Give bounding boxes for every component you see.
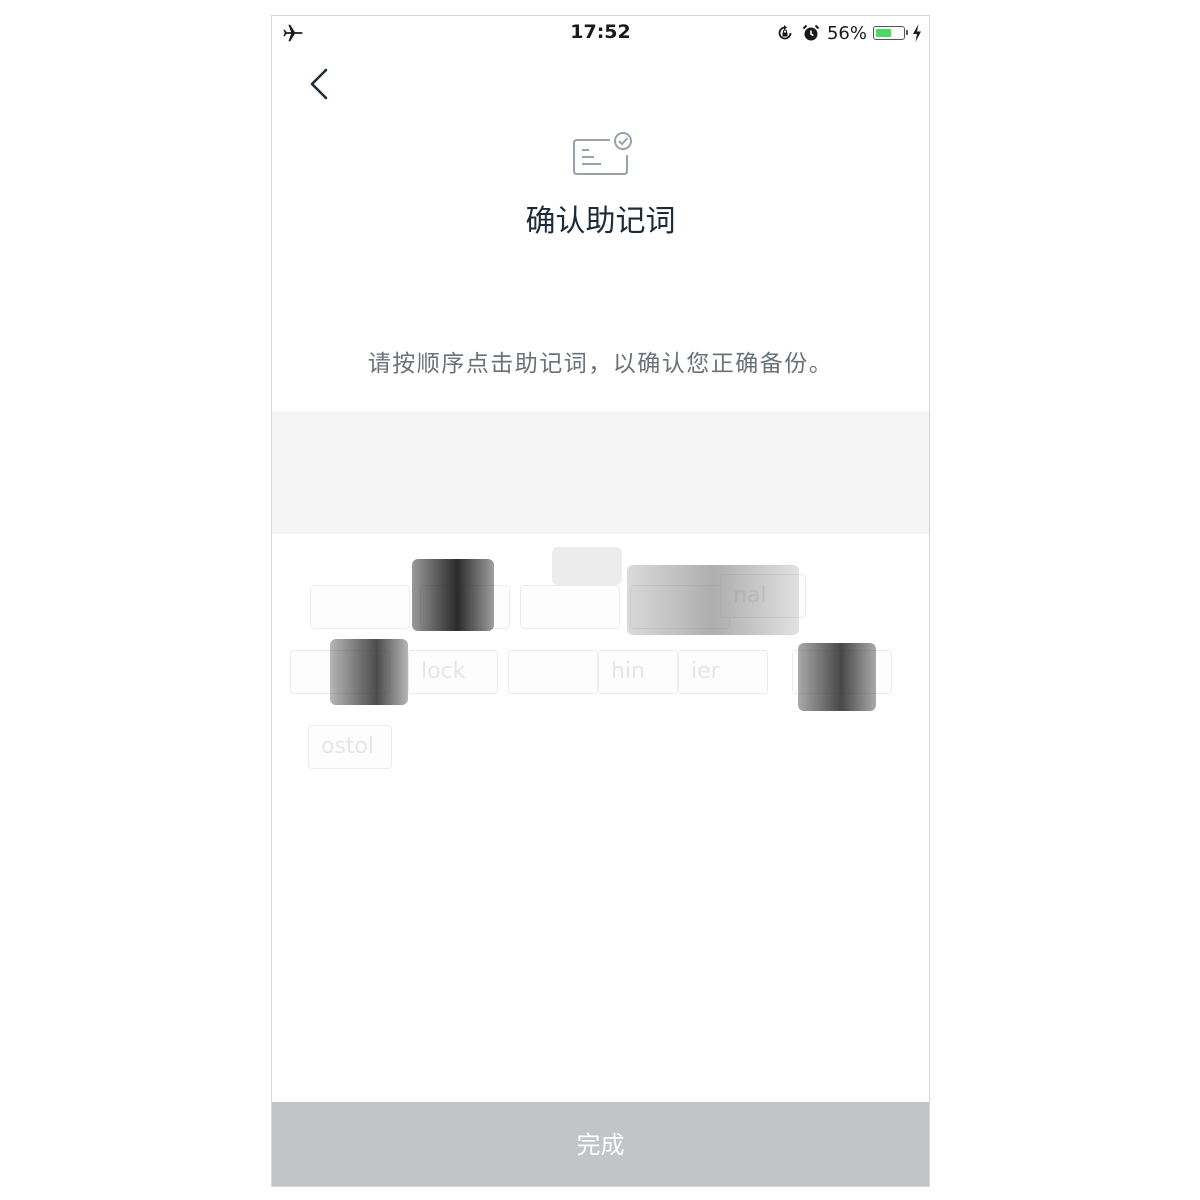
phone-screen: 17:52 56% 确认助记词 请按顺序点击助记词，以确认您正确备份。 lock… [271, 15, 930, 1187]
instruction-text: 请按顺序点击助记词，以确认您正确备份。 [367, 351, 834, 377]
page-title: 确认助记词 [525, 204, 676, 239]
battery-percent: 56% [826, 22, 867, 44]
word-chip[interactable]: hin [598, 650, 678, 694]
redaction-smudge [552, 547, 622, 585]
chevron-left-icon [310, 68, 328, 100]
word-chip[interactable] [508, 650, 598, 694]
battery-icon [873, 26, 908, 40]
word-chips-area: nal lock hin ier ostol [272, 547, 929, 821]
battery-fill [875, 28, 891, 37]
battery-tip [906, 30, 908, 35]
status-right-group: 56% [775, 21, 923, 45]
status-bar: 17:52 56% [272, 16, 929, 50]
word-chip[interactable]: lock [408, 650, 498, 694]
document-check-icon [573, 132, 632, 175]
redaction-smudge [627, 565, 799, 635]
done-button[interactable]: 完成 [272, 1102, 929, 1186]
word-chip[interactable]: ier [678, 650, 768, 694]
charging-icon [913, 24, 921, 42]
redaction-smudge [798, 643, 876, 711]
redaction-smudge [412, 559, 494, 631]
redaction-smudge [330, 639, 408, 705]
word-chip[interactable] [520, 585, 620, 629]
word-chip[interactable]: ostol [308, 725, 392, 769]
alarm-icon [802, 24, 820, 41]
orientation-lock-icon [778, 25, 792, 40]
word-chip[interactable] [310, 585, 410, 629]
selected-words-area[interactable] [272, 411, 929, 534]
back-button[interactable] [304, 64, 336, 104]
